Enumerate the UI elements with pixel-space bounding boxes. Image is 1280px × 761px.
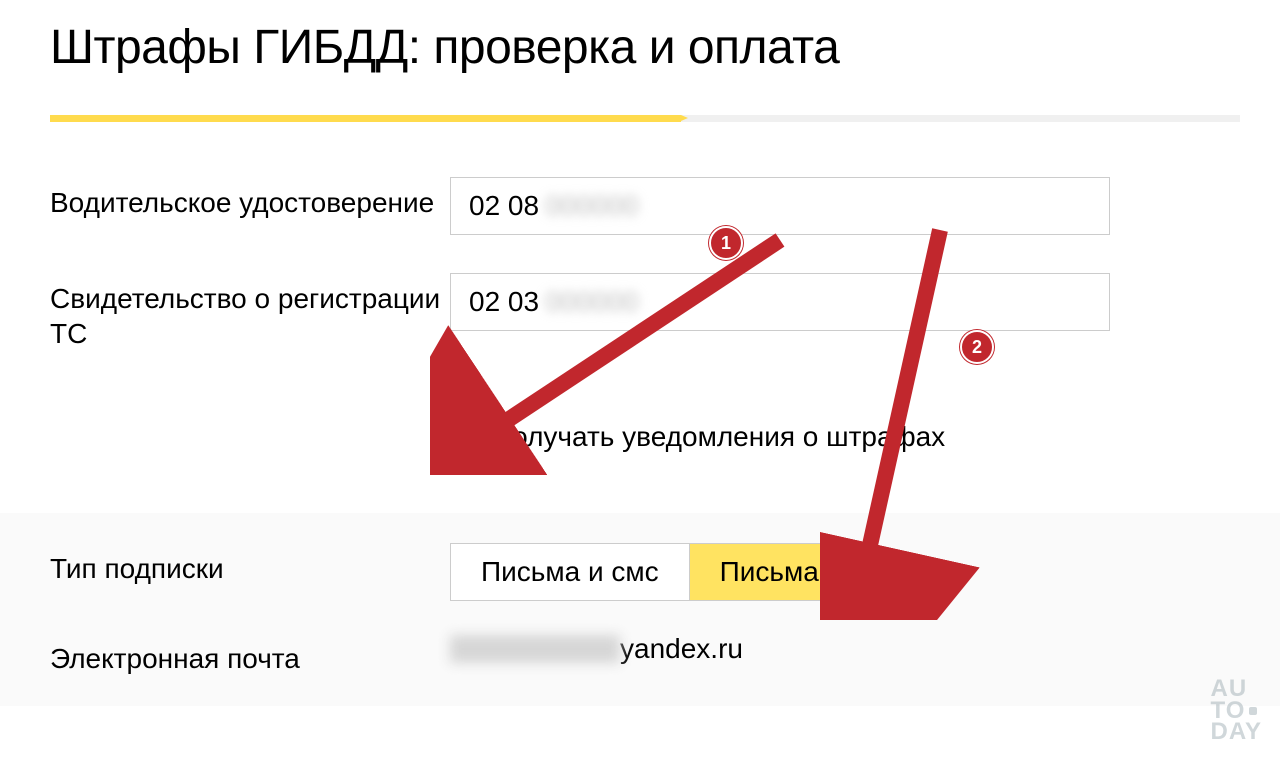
input-registration[interactable]: 02 03 000000 — [450, 273, 1110, 331]
label-driver-license: Водительское удостоверение — [50, 177, 450, 220]
checkbox-notifications[interactable] — [450, 424, 476, 450]
label-notifications: Получать уведомления о штрафах — [492, 421, 945, 453]
email-domain: yandex.ru — [620, 633, 743, 665]
toggle-subscription: Письма и смс Письма — [450, 543, 850, 601]
driver-license-hidden: 000000 — [545, 190, 638, 222]
toggle-option-letters-sms[interactable]: Письма и смс — [451, 544, 689, 600]
row-notifications: Получать уведомления о штрафах — [450, 421, 1240, 453]
toggle-option-letters[interactable]: Письма — [689, 544, 849, 600]
registration-visible: 02 03 — [469, 286, 539, 318]
progress-bar — [50, 115, 1240, 122]
input-driver-license[interactable]: 02 08 000000 — [450, 177, 1110, 235]
row-subscription-type: Тип подписки Письма и смс Письма — [50, 543, 1240, 601]
page-title: Штрафы ГИБДД: проверка и оплата — [50, 20, 1240, 75]
driver-license-visible: 02 08 — [469, 190, 539, 222]
label-subscription-type: Тип подписки — [50, 543, 450, 586]
row-driver-license: Водительское удостоверение 02 08 000000 — [50, 177, 1240, 235]
email-value: yandex.ru — [450, 633, 743, 665]
check-icon — [454, 428, 472, 446]
registration-hidden: 000000 — [545, 286, 638, 318]
email-hidden-part — [450, 635, 620, 663]
watermark: AU TO DAY — [1211, 678, 1262, 743]
row-email: Электронная почта yandex.ru — [50, 633, 1240, 676]
progress-fill — [50, 115, 681, 122]
label-registration: Свидетельство о регистрации ТС — [50, 273, 450, 351]
label-email: Электронная почта — [50, 633, 450, 676]
section-subscription: Тип подписки Письма и смс Письма Электро… — [0, 513, 1280, 706]
row-registration: Свидетельство о регистрации ТС 02 03 000… — [50, 273, 1240, 351]
